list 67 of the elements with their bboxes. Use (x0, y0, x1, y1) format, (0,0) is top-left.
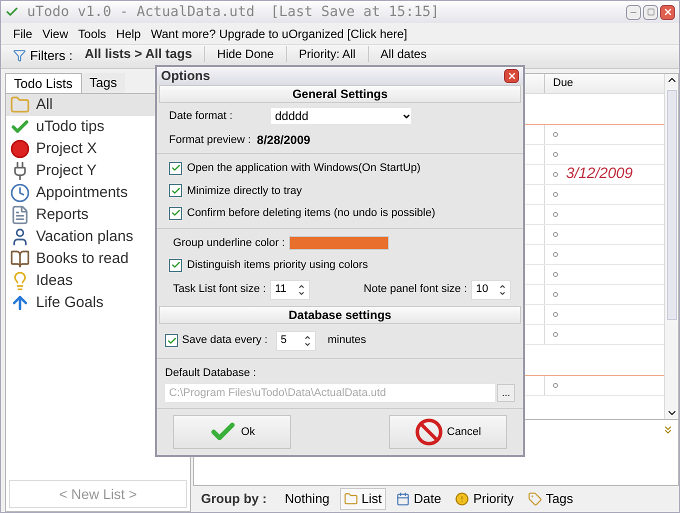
alert-icon (455, 492, 470, 506)
checkbox-label: Distinguish items priority using colors (187, 258, 368, 273)
last-save-label: [Last Save at 15:15] (270, 2, 440, 22)
clock-icon (10, 183, 30, 203)
note-font-spinner[interactable]: 10 (471, 280, 511, 300)
checkbox[interactable] (169, 206, 182, 220)
no-entry-icon (414, 418, 443, 446)
ok-button[interactable]: Ok (173, 415, 291, 449)
close-icon (662, 7, 672, 17)
folder-icon (344, 492, 358, 506)
menu-item[interactable]: View (42, 24, 68, 42)
filter-option[interactable]: Priority: All (286, 46, 356, 62)
scrollbar[interactable] (664, 74, 678, 419)
menu-item[interactable]: Tools (78, 24, 106, 42)
maximize-button[interactable] (643, 4, 658, 20)
window-title: uTodo v1.0 - ActualData.utd (27, 2, 255, 22)
checkbox[interactable] (169, 162, 182, 175)
task-font-spinner[interactable]: 11 (270, 280, 310, 300)
close-button[interactable] (504, 69, 519, 83)
underline-color-label: Group underline color : (173, 236, 285, 250)
note-font-label: Note panel font size : (364, 282, 467, 298)
maximize-icon (646, 8, 654, 16)
group-by-option[interactable]: List (340, 488, 386, 510)
menu-item[interactable]: Help (116, 24, 141, 42)
save-every-label: Save data every : (182, 333, 268, 348)
tag-icon (528, 492, 542, 506)
filters-label: Filters : (30, 47, 73, 65)
group-by-option[interactable]: Priority (451, 488, 518, 510)
format-preview-value: 8/28/2009 (256, 132, 310, 149)
menu-item[interactable]: Want more? Upgrade to uOrganized [Click here] (150, 24, 408, 42)
checkbox-label: Minimize directly to tray (187, 184, 302, 198)
section-header: General Settings (159, 85, 521, 103)
minimize-button[interactable] (626, 4, 641, 20)
dialog-title: Options (161, 67, 210, 86)
section-header: Database settings (159, 306, 521, 324)
save-interval-spinner[interactable]: 5 (276, 330, 316, 350)
format-preview-label: Format preview : (169, 132, 251, 148)
filter-icon (13, 49, 26, 62)
minutes-label: minutes (328, 333, 366, 348)
checkbox[interactable] (169, 184, 182, 198)
group-by-option[interactable]: Date (392, 488, 446, 510)
color-swatch[interactable] (288, 236, 389, 250)
date-format-dropdown[interactable]: ddddd (271, 108, 411, 124)
filter-path[interactable]: All lists > All tags (84, 46, 192, 62)
checkbox-label: Confirm before deleting items (no undo is possible) (187, 206, 436, 221)
filter-option[interactable]: Hide Done (204, 46, 274, 62)
menu-item[interactable]: File (13, 24, 32, 42)
filter-option[interactable]: All dates (368, 46, 427, 62)
circle-icon (10, 139, 30, 159)
group-by-label: Group by : (201, 490, 267, 508)
app-logo-icon (5, 5, 19, 19)
close-button[interactable] (660, 4, 675, 20)
default-database-label: Default Database : (165, 366, 258, 380)
close-icon (506, 71, 516, 81)
sidebar-tab[interactable]: Tags (82, 73, 126, 93)
book-icon (10, 249, 30, 269)
checkbox[interactable] (165, 334, 178, 347)
group-by-option[interactable]: Tags (524, 488, 578, 510)
checkbox-label: Open the application with Windows(On StartUp) (187, 161, 421, 176)
calendar-icon (396, 492, 410, 506)
document-icon (10, 205, 30, 225)
group-by-option[interactable]: Nothing (280, 488, 334, 510)
due-date: 3/12/2009 (566, 164, 633, 184)
checkbox[interactable] (169, 258, 182, 272)
sidebar-tab[interactable]: Todo Lists (5, 73, 82, 93)
cancel-button[interactable]: Cancel (389, 415, 507, 449)
expand-icon[interactable] (662, 424, 674, 436)
